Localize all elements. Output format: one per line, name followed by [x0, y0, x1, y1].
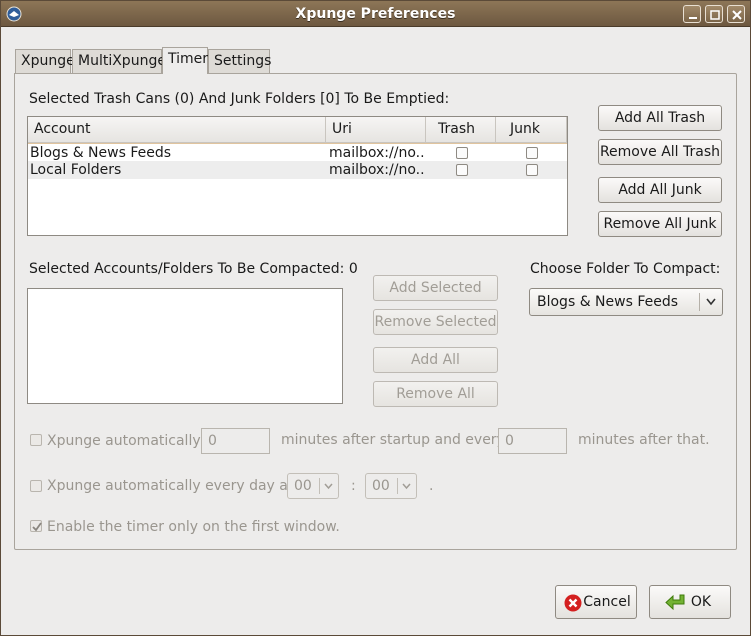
remove-all-trash-button[interactable]: Remove All Trash — [598, 139, 722, 165]
cancel-label: Cancel — [583, 594, 631, 610]
remove-selected-button[interactable]: Remove Selected — [373, 309, 498, 335]
auto-checkbox[interactable] — [30, 434, 42, 446]
time-period: . — [429, 478, 434, 494]
preferences-window: Xpunge Preferences Xpunge MultiXpunge Ti… — [0, 0, 751, 636]
row-account: Blogs & News Feeds — [30, 145, 172, 161]
junk-checkbox[interactable] — [526, 164, 538, 176]
minute-select[interactable]: 00 — [365, 473, 417, 499]
table-row[interactable]: Local Folders mailbox://no... — [28, 161, 567, 179]
compact-heading: Selected Accounts/Folders To Be Compacte… — [29, 261, 358, 277]
row-uri: mailbox://no... — [329, 162, 425, 178]
first-window-label: Enable the timer only on the first windo… — [47, 519, 340, 535]
maximize-button[interactable] — [705, 5, 723, 23]
tab-xpunge[interactable]: Xpunge — [15, 49, 75, 73]
first-window-checkbox[interactable] — [30, 520, 42, 532]
cancel-button[interactable]: Cancel — [555, 585, 637, 619]
add-selected-button[interactable]: Add Selected — [373, 275, 498, 301]
ok-button[interactable]: OK — [649, 585, 731, 619]
row-uri: mailbox://no... — [329, 145, 425, 161]
dropdown-value: Blogs & News Feeds — [537, 294, 679, 310]
column-uri[interactable]: Uri — [326, 117, 426, 143]
close-icon — [732, 10, 742, 20]
hour-separator — [319, 478, 320, 494]
hour-value: 00 — [294, 478, 312, 494]
choose-folder-dropdown[interactable]: Blogs & News Feeds — [529, 288, 723, 316]
tab-settings[interactable]: Settings — [208, 49, 272, 73]
tab-timer[interactable]: Timer — [162, 47, 208, 74]
column-junk[interactable]: Junk — [496, 117, 567, 143]
startup-minutes-field[interactable]: 0 — [201, 428, 270, 454]
daily-checkbox[interactable] — [30, 480, 42, 492]
tab-label: MultiXpunge — [78, 53, 166, 69]
remove-all-junk-button[interactable]: Remove All Junk — [598, 211, 722, 237]
tab-label: Timer — [168, 51, 209, 67]
close-button[interactable] — [727, 5, 745, 23]
dropdown-separator — [699, 293, 700, 311]
column-trash[interactable]: Trash — [426, 117, 496, 143]
daily-label: Xpunge automatically every day at — [47, 478, 294, 494]
tab-multixpunge[interactable]: MultiXpunge — [72, 49, 166, 73]
remove-all-button[interactable]: Remove All — [373, 381, 498, 407]
empty-heading: Selected Trash Cans (0) And Junk Folders… — [29, 91, 450, 107]
chevron-down-icon — [324, 483, 333, 490]
row-account: Local Folders — [30, 162, 122, 178]
junk-checkbox[interactable] — [526, 147, 538, 159]
auto-label: Xpunge automatically — [47, 433, 201, 449]
after-label: minutes after that. — [578, 432, 710, 448]
tab-label: Settings — [214, 53, 272, 69]
trash-junk-table[interactable]: Account Uri Trash Junk Blogs & News Feed… — [27, 116, 568, 236]
chevron-down-icon — [402, 483, 411, 490]
add-all-junk-button[interactable]: Add All Junk — [598, 177, 722, 203]
tab-label: Xpunge — [21, 53, 75, 69]
table-header: Account Uri Trash Junk — [28, 117, 567, 143]
chevron-down-icon — [706, 298, 716, 306]
add-all-button[interactable]: Add All — [373, 347, 498, 373]
trash-checkbox[interactable] — [456, 147, 468, 159]
hour-select[interactable]: 00 — [287, 473, 339, 499]
compact-folders-list[interactable] — [27, 288, 343, 404]
trash-checkbox[interactable] — [456, 164, 468, 176]
window-title: Xpunge Preferences — [295, 6, 456, 22]
choose-folder-label: Choose Folder To Compact: — [530, 261, 721, 277]
column-account[interactable]: Account — [28, 117, 326, 143]
between-label: minutes after startup and every — [281, 432, 505, 448]
minimize-icon — [689, 17, 697, 19]
time-colon: : — [351, 478, 356, 494]
add-all-trash-button[interactable]: Add All Trash — [598, 105, 722, 131]
minute-separator — [397, 478, 398, 494]
every-minutes-field[interactable]: 0 — [498, 428, 567, 454]
title-bar[interactable]: Xpunge Preferences — [1, 1, 750, 27]
maximize-icon — [710, 10, 720, 20]
table-row[interactable]: Blogs & News Feeds mailbox://no... — [28, 143, 567, 161]
minute-value: 00 — [372, 478, 390, 494]
cancel-icon — [564, 594, 582, 612]
ok-arrow-icon — [665, 594, 685, 611]
checkmark-icon — [32, 522, 42, 532]
ok-label: OK — [690, 594, 712, 610]
minimize-button[interactable] — [683, 5, 701, 23]
